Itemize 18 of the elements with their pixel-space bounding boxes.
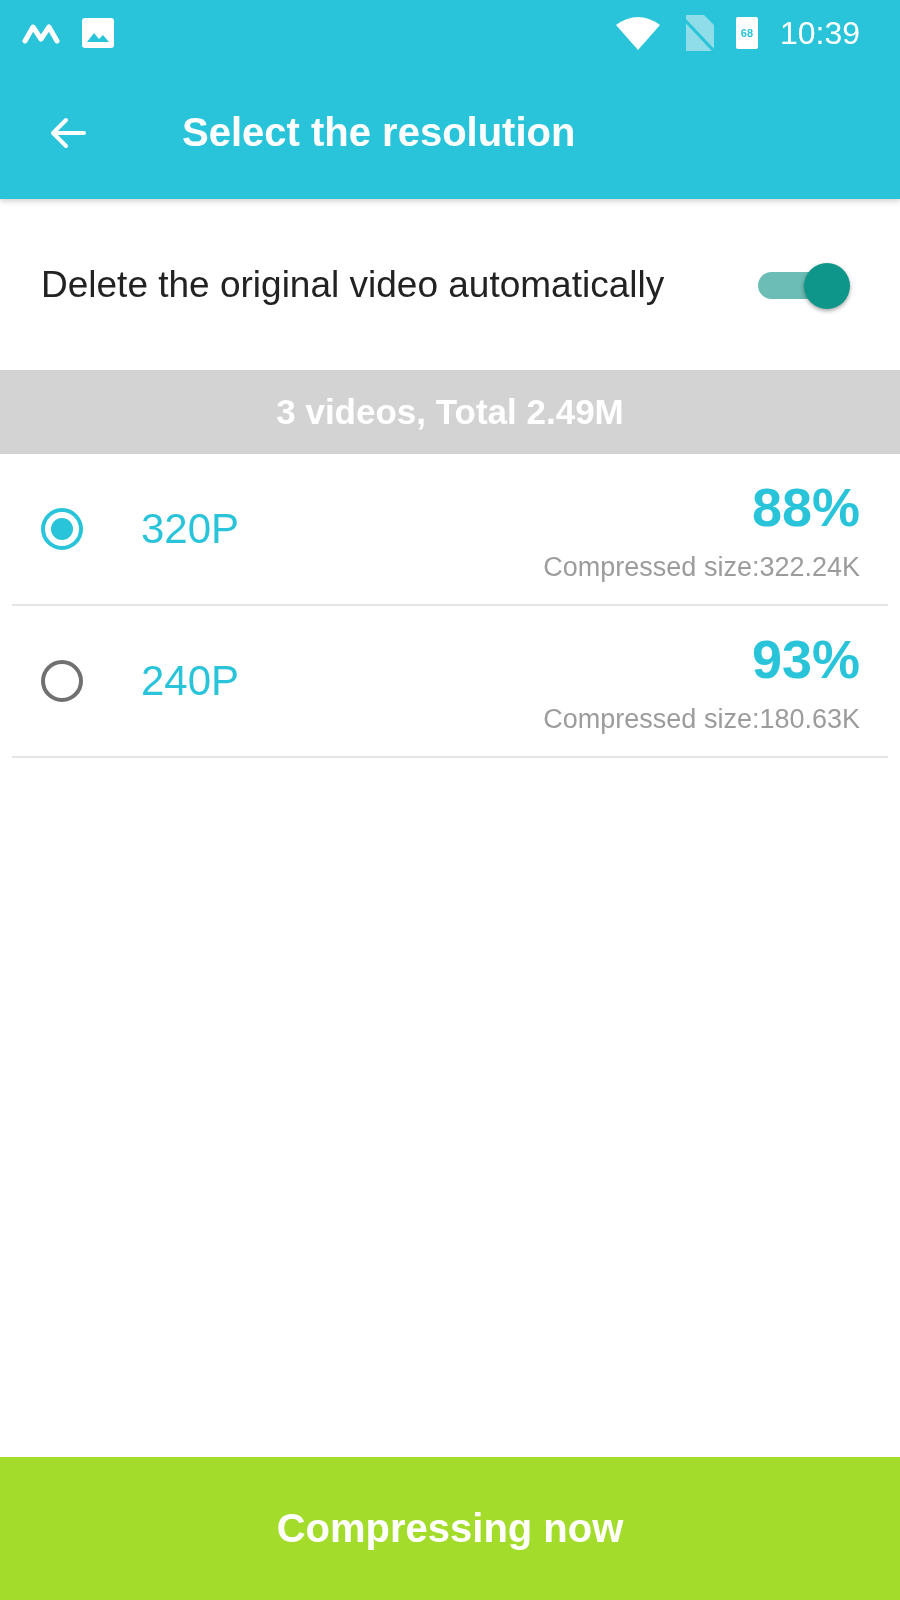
wifi-icon — [615, 16, 660, 50]
compress-button[interactable]: Compressing now — [0, 1457, 900, 1600]
resolution-option[interactable]: 320P 88% Compressed size:322.24K — [12, 454, 888, 606]
resolution-option[interactable]: 240P 93% Compressed size:180.63K — [12, 606, 888, 758]
clock-time: 10:39 — [779, 14, 860, 52]
compressed-size: Compressed size:322.24K — [543, 551, 860, 583]
resolution-label: 240P — [141, 657, 240, 705]
radio-button[interactable] — [41, 508, 83, 550]
radio-button[interactable] — [41, 660, 83, 702]
resolution-label: 320P — [141, 505, 240, 553]
compression-percent: 93% — [751, 627, 860, 690]
image-icon — [82, 18, 114, 48]
compressed-size: Compressed size:180.63K — [543, 703, 860, 735]
screen-title: Select the resolution — [182, 110, 576, 155]
battery-icon: 68 — [735, 17, 758, 49]
compression-percent: 88% — [751, 475, 860, 538]
app-logo-icon — [22, 22, 60, 44]
delete-original-label: Delete the original video automatically — [41, 262, 666, 307]
